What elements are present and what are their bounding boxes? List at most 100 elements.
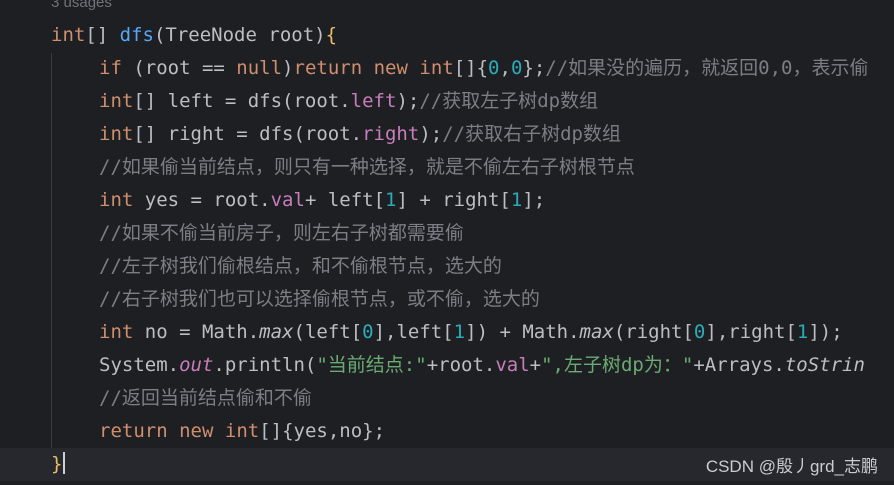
code-token: { (325, 24, 338, 46)
code-line[interactable]: //如果不偷当前房子，则左右子树都需要偷 (0, 217, 894, 250)
code-token: [] left = dfs(root. (133, 90, 351, 112)
code-line[interactable]: return new int[]{yes,no}; (0, 415, 894, 448)
code-token: max (579, 321, 614, 343)
code-text: } (51, 448, 66, 481)
code-token: val (495, 354, 530, 376)
code-token: //返回当前结点偷和不偷 (99, 387, 312, 409)
code-token: 0 (510, 57, 523, 79)
code-token: int (51, 24, 86, 46)
code-text: return new int[]{yes,no}; (99, 415, 385, 448)
code-token: null (236, 57, 283, 79)
code-token: no = Math. (133, 321, 260, 343)
usages-hint[interactable]: 3 usages (51, 0, 112, 11)
code-line[interactable]: int[] dfs(TreeNode root){ (0, 19, 894, 52)
code-token: 1 (510, 189, 523, 211)
code-token: int (99, 90, 134, 112)
code-token: int (224, 420, 260, 442)
code-text: int[] dfs(TreeNode root){ (51, 19, 337, 52)
code-token: []{ (453, 57, 489, 79)
code-token: [] (85, 24, 120, 46)
code-token: ); (396, 90, 420, 112)
code-token: //如果不偷当前房子，则左右子树都需要偷 (99, 222, 464, 244)
code-token: left (350, 90, 397, 112)
code-token: 1 (385, 189, 397, 211)
code-token: //左子树我们偷根结点，和不偷根节点，选大的 (99, 255, 502, 277)
code-line[interactable]: int no = Math.max(left[0],left[1]) + Mat… (0, 316, 894, 349)
code-token: //获取右子树dp数组 (442, 123, 621, 145)
code-token: [] right = dfs(root. (133, 123, 363, 145)
code-token: ) (282, 57, 294, 79)
code-token: } (51, 453, 63, 475)
code-token: (left[ (293, 321, 363, 343)
code-token: ],left[ (373, 321, 454, 343)
code-token: ]); (808, 321, 843, 343)
code-text: //左子树我们偷根结点，和不偷根节点，选大的 (99, 250, 502, 283)
code-token: (TreeNode root) (153, 24, 326, 46)
code-text: System.out.println("当前结点:"+root.val+",左子… (99, 349, 865, 382)
code-token: ]; (522, 189, 546, 211)
code-text: if (root == null)return new int[]{0,0};/… (99, 52, 868, 85)
code-token: new (373, 57, 408, 79)
code-line[interactable]: int yes = root.val+ left[1] + right[1]; (0, 184, 894, 217)
code-token: //右子树我们也可以选择偷根节点，或不偷，选大的 (99, 288, 540, 310)
code-token: return (293, 57, 363, 79)
code-token: toStrin (784, 354, 865, 376)
code-token: "当前结点:" (316, 354, 427, 376)
code-token: +root. (426, 354, 496, 376)
code-token: ]) + Math. (465, 321, 580, 343)
code-line[interactable]: int[] right = dfs(root.right);//获取右子树dp数… (0, 118, 894, 151)
code-line[interactable]: //右子树我们也可以选择偷根节点，或不偷，选大的 (0, 283, 894, 316)
code-token: , (499, 57, 511, 79)
code-token: + left[ (304, 189, 386, 211)
code-line[interactable]: int[] left = dfs(root.left);//获取左子树dp数组 (0, 85, 894, 118)
code-token: //如果没的遍历，就返回0,0，表示偷 (545, 57, 869, 79)
code-token: val (270, 189, 305, 211)
code-line[interactable]: //返回当前结点偷和不偷 (0, 382, 894, 415)
code-token: }; (522, 57, 546, 79)
code-text: int[] right = dfs(root.right);//获取右子树dp数… (99, 118, 621, 151)
code-token: 0 (693, 321, 706, 343)
code-token: new (179, 420, 214, 442)
code-token: right (362, 123, 420, 145)
text-cursor (63, 452, 66, 474)
code-token: //如果偷当前结点，则只有一种选择，就是不偷左右子树根节点 (99, 156, 635, 178)
code-token: ],right[ (705, 321, 797, 343)
code-token: (root == (121, 57, 237, 79)
code-token: System. (99, 354, 180, 376)
code-token: + (529, 354, 542, 376)
code-token: 0 (362, 321, 374, 343)
code-token: int (99, 189, 134, 211)
code-text: //如果偷当前结点，则只有一种选择，就是不偷左右子树根节点 (99, 151, 635, 184)
code-text: int no = Math.max(left[0],left[1]) + Mat… (99, 316, 843, 349)
code-token: 1 (453, 321, 466, 343)
code-text: int yes = root.val+ left[1] + right[1]; (99, 184, 545, 217)
code-token: yes = root. (133, 189, 271, 211)
csdn-watermark: CSDN @殷丿grd_志鹏 (705, 457, 878, 476)
code-line[interactable]: //如果偷当前结点，则只有一种选择，就是不偷左右子树根节点 (0, 151, 894, 184)
code-line[interactable]: System.out.println("当前结点:"+root.val+",左子… (0, 349, 894, 382)
code-token: 1 (796, 321, 809, 343)
code-token: if (99, 57, 122, 79)
code-token: return (99, 420, 168, 442)
code-line[interactable]: //左子树我们偷根结点，和不偷根节点，选大的 (0, 250, 894, 283)
code-token: 0 (488, 57, 500, 79)
code-token: int (99, 321, 134, 343)
code-text: //返回当前结点偷和不偷 (99, 382, 312, 415)
code-token: int (419, 57, 454, 79)
code-token: //获取左子树dp数组 (419, 90, 599, 112)
code-token: ); (419, 123, 443, 145)
code-text: int[] left = dfs(root.left);//获取左子树dp数组 (99, 85, 598, 118)
code-token: dfs (119, 24, 154, 46)
code-token: ",左子树dp为：" (541, 354, 694, 376)
code-token: +Arrays. (693, 354, 785, 376)
code-token: (right[ (613, 321, 694, 343)
code-token: .println( (213, 354, 317, 376)
code-token: ] + right[ (396, 189, 511, 211)
code-line[interactable]: if (root == null)return new int[]{0,0};/… (0, 52, 894, 85)
code-token: max (259, 321, 294, 343)
code-token: int (99, 123, 134, 145)
